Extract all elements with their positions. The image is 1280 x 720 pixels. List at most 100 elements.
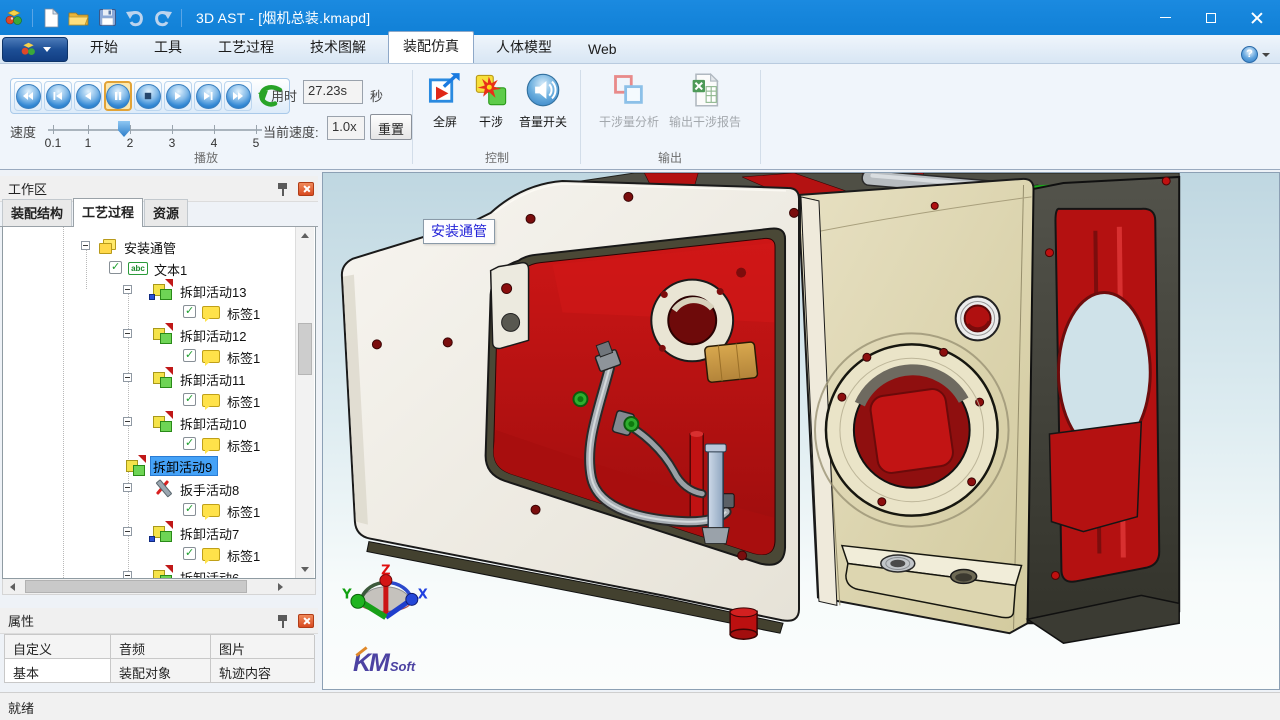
tab-gongju[interactable]: 工具	[140, 33, 196, 63]
tab-jishutujie[interactable]: 技术图解	[296, 33, 380, 63]
vertical-scrollbar[interactable]	[295, 227, 314, 578]
tree-item-label: 文本1	[154, 260, 187, 279]
tree-item[interactable]: 拆卸活动6	[3, 565, 315, 579]
collapse-expander-icon[interactable]	[123, 373, 132, 382]
tree-item[interactable]: 标签1	[3, 345, 315, 367]
collapse-expander-icon[interactable]	[123, 285, 132, 294]
tree-item[interactable]: 拆卸活动11	[3, 367, 315, 389]
tree-item[interactable]: 安装通管	[3, 235, 315, 257]
tab-process[interactable]: 工艺过程	[73, 198, 143, 227]
collapse-expander-icon[interactable]	[123, 329, 132, 338]
tab-rentimoxing[interactable]: 人体模型	[482, 33, 566, 63]
speed-slider-thumb[interactable]	[118, 121, 130, 137]
tree-item-label: 标签1	[227, 304, 260, 323]
open-file-button[interactable]	[66, 6, 92, 30]
interference-analysis-button[interactable]: 干涉量分析	[599, 64, 659, 130]
tree-item[interactable]: 标签1	[3, 301, 315, 323]
stop-button[interactable]	[134, 81, 162, 111]
tree-item-selected[interactable]: 拆卸活动9	[3, 455, 315, 477]
checkbox-checked-icon[interactable]	[183, 437, 196, 450]
skip-to-start-button[interactable]	[44, 81, 72, 111]
tab-zhuangpeifangzhen[interactable]: 装配仿真	[388, 31, 474, 63]
tab-gongyiguocheng[interactable]: 工艺过程	[204, 33, 288, 63]
volume-toggle-button[interactable]: 音量开关	[519, 64, 567, 130]
collapse-expander-icon[interactable]	[123, 417, 132, 426]
redo-button[interactable]	[150, 6, 176, 30]
tree-item[interactable]: 标签1	[3, 433, 315, 455]
disassembly-activity-icon	[153, 326, 173, 342]
tree-item[interactable]: 标签1	[3, 543, 315, 565]
collapse-expander-icon[interactable]	[123, 571, 132, 579]
prop-tab-image[interactable]: 图片	[211, 635, 315, 659]
interference-button[interactable]: 干涉	[473, 64, 509, 130]
minimize-button[interactable]	[1142, 0, 1188, 35]
horizontal-scrollbar[interactable]	[2, 579, 316, 595]
fast-forward-button[interactable]	[224, 81, 252, 111]
step-back-button[interactable]	[74, 81, 102, 111]
prop-tab-audio[interactable]: 音频	[111, 635, 211, 659]
pause-button[interactable]	[104, 81, 132, 111]
save-button[interactable]	[94, 6, 120, 30]
group-label-control: 控制	[416, 149, 578, 166]
prop-tab-custom[interactable]: 自定义	[5, 635, 111, 659]
maximize-button[interactable]	[1188, 0, 1234, 35]
scrollbar-thumb[interactable]	[25, 580, 247, 593]
scroll-right-button[interactable]	[271, 579, 289, 594]
checkbox-checked-icon[interactable]	[183, 305, 196, 318]
scroll-left-button[interactable]	[3, 579, 21, 594]
collapse-expander-icon[interactable]	[123, 483, 132, 492]
rewind-button[interactable]	[14, 81, 42, 111]
tab-web[interactable]: Web	[574, 37, 631, 63]
tree-item[interactable]: 拆卸活动13	[3, 279, 315, 301]
tree-item[interactable]: 标签1	[3, 389, 315, 411]
prop-tab-assembly-object[interactable]: 装配对象	[111, 659, 211, 683]
collapse-expander-icon[interactable]	[123, 527, 132, 536]
chevron-down-icon	[43, 47, 51, 52]
checkbox-checked-icon[interactable]	[183, 503, 196, 516]
export-interference-report-button[interactable]: 输出干涉报告	[669, 64, 741, 130]
speed-label: 速度	[10, 122, 36, 141]
checkbox-checked-icon[interactable]	[183, 393, 196, 406]
interference-analysis-icon	[611, 72, 647, 108]
close-panel-button[interactable]	[298, 614, 314, 628]
reset-button[interactable]: 重置	[370, 114, 412, 140]
scrollbar-thumb[interactable]	[298, 323, 312, 375]
tree-item[interactable]: 文本1	[3, 257, 315, 279]
help-icon[interactable]: ?	[1241, 46, 1258, 63]
close-panel-button[interactable]	[298, 182, 314, 196]
tab-resources[interactable]: 资源	[144, 199, 188, 226]
tree-item[interactable]: 扳手活动8	[3, 477, 315, 499]
close-button[interactable]	[1234, 0, 1280, 35]
current-speed-value-box[interactable]: 1.0x	[327, 116, 365, 140]
collapse-expander-icon[interactable]	[81, 241, 90, 250]
pin-icon[interactable]	[276, 181, 290, 197]
app-menu-button[interactable]	[2, 37, 68, 62]
speed-slider-track[interactable]	[48, 129, 262, 131]
prop-tab-track-content[interactable]: 轨迹内容	[211, 659, 315, 683]
tree-item[interactable]: 拆卸活动10	[3, 411, 315, 433]
tab-assembly-structure[interactable]: 装配结构	[2, 199, 72, 226]
tree-item-label: 拆卸活动6	[180, 568, 239, 579]
fullscreen-button[interactable]: 全屏	[427, 64, 463, 130]
scroll-up-button[interactable]	[296, 227, 314, 244]
elapsed-value-box[interactable]: 27.23s	[303, 80, 363, 104]
tree-item[interactable]: 拆卸活动7	[3, 521, 315, 543]
checkbox-checked-icon[interactable]	[109, 261, 122, 274]
group-separator	[412, 70, 413, 164]
play-button[interactable]	[164, 81, 192, 111]
tab-kaishi[interactable]: 开始	[76, 33, 132, 63]
scroll-down-button[interactable]	[296, 561, 314, 578]
new-document-button[interactable]	[38, 6, 64, 30]
pin-icon[interactable]	[276, 613, 290, 629]
label-bubble-icon	[202, 394, 219, 408]
undo-button[interactable]	[122, 6, 148, 30]
chevron-down-icon[interactable]	[1262, 53, 1270, 57]
tree-item[interactable]: 拆卸活动12	[3, 323, 315, 345]
prop-tab-basic[interactable]: 基本	[5, 659, 111, 683]
checkbox-checked-icon[interactable]	[183, 349, 196, 362]
skip-to-end-button[interactable]	[194, 81, 222, 111]
label-bubble-icon	[202, 548, 219, 562]
checkbox-checked-icon[interactable]	[183, 547, 196, 560]
3d-viewport[interactable]: Z X Y 安装通管 KMSoft	[322, 172, 1280, 690]
tree-item[interactable]: 标签1	[3, 499, 315, 521]
